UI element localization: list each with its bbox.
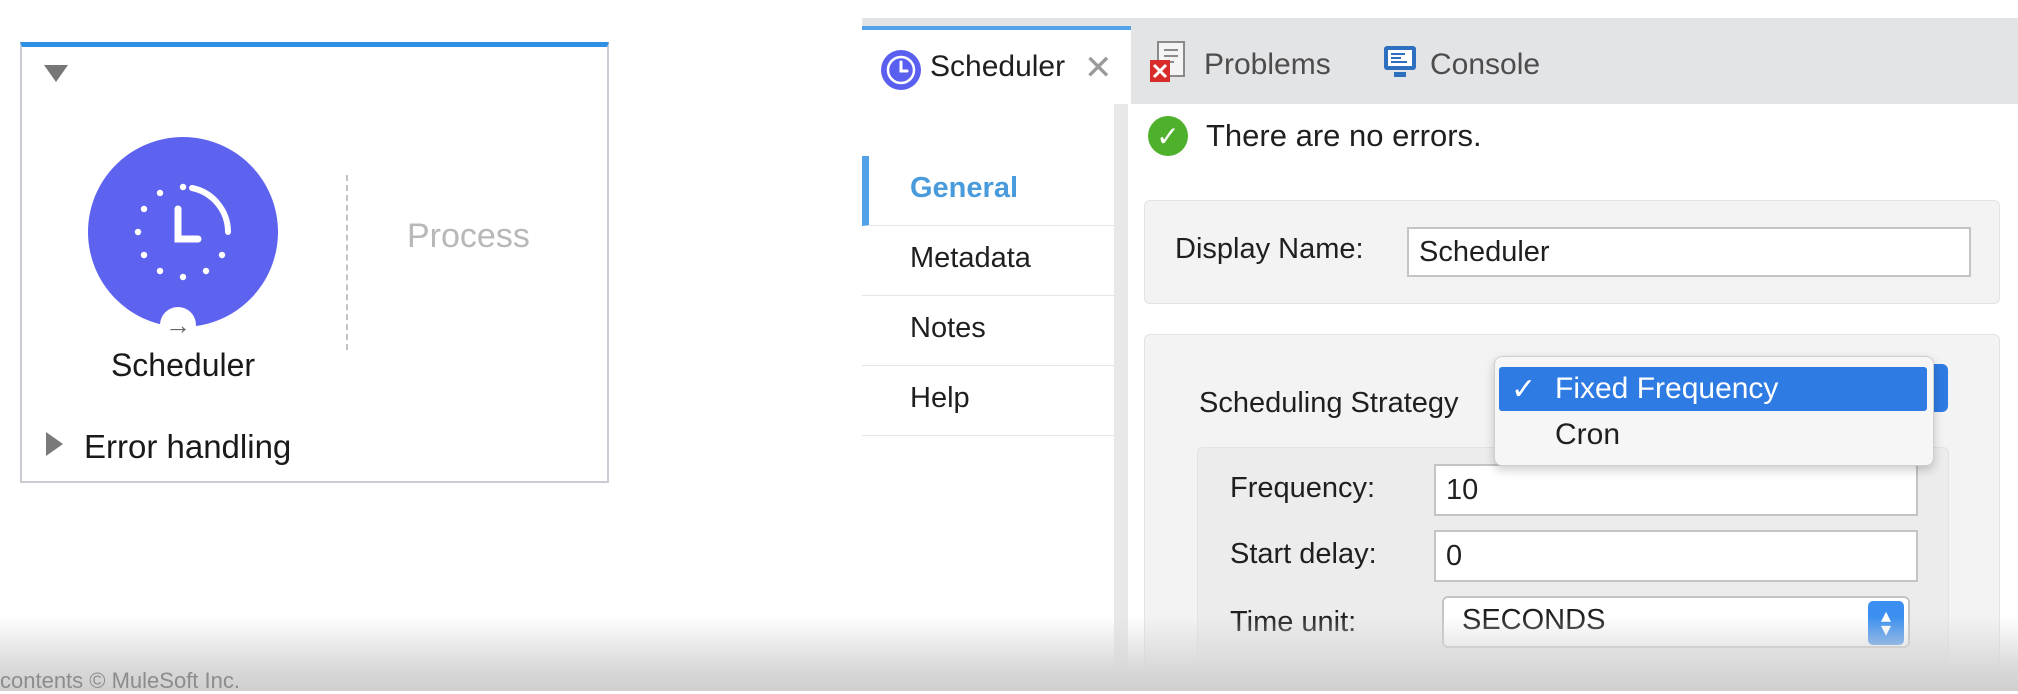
console-icon [1384, 46, 1416, 77]
tab-problems[interactable]: Problems [1148, 34, 1348, 92]
flow-card: → Scheduler Process Error handling [20, 42, 609, 483]
frequency-label: Frequency: [1230, 472, 1376, 504]
nav-item-label: Notes [910, 312, 986, 344]
dashed-separator [346, 175, 348, 350]
properties-panel: Scheduler ✕ Problems Console General Met… [862, 18, 2018, 684]
scheduling-strategy-label: Scheduling Strategy [1199, 387, 1459, 419]
collapse-triangle-icon[interactable] [44, 65, 68, 82]
arrow-right-icon: → [160, 307, 196, 343]
clock-icon [134, 183, 231, 281]
nav-item-general[interactable]: General [862, 156, 1114, 226]
tab-scheduler[interactable]: Scheduler ✕ [862, 26, 1131, 104]
tab-console-label: Console [1430, 48, 1541, 81]
check-circle-icon: ✓ [1148, 116, 1188, 156]
process-placeholder[interactable]: Process [407, 217, 530, 256]
clock-icon [881, 50, 921, 90]
scheduler-component[interactable]: → [88, 137, 278, 343]
close-icon[interactable]: ✕ [1084, 48, 1113, 88]
panel-splitter[interactable] [1114, 104, 1128, 678]
nav-item-help[interactable]: Help [862, 366, 1114, 436]
nav-item-label: General [910, 172, 1018, 204]
strategy-option-fixed-frequency[interactable]: ✓ Fixed Frequency [1499, 367, 1927, 411]
copyright-caption: contents © MuleSoft Inc. [0, 668, 240, 693]
display-name-label: Display Name: [1175, 233, 1364, 265]
frequency-input[interactable] [1434, 464, 1918, 516]
problems-icon [1150, 41, 1185, 82]
bottom-fade [0, 616, 2018, 691]
display-name-input[interactable] [1407, 227, 1971, 277]
side-nav: General Metadata Notes Help [862, 104, 1114, 678]
nav-item-label: Metadata [910, 242, 1031, 274]
status-message: There are no errors. [1206, 118, 1482, 153]
tab-console[interactable]: Console [1382, 34, 1582, 92]
nav-item-notes[interactable]: Notes [862, 296, 1114, 366]
nav-item-metadata[interactable]: Metadata [862, 226, 1114, 296]
error-handling-label[interactable]: Error handling [84, 428, 291, 466]
checkmark-icon: ✓ [1511, 373, 1537, 406]
start-delay-label: Start delay: [1230, 538, 1377, 570]
option-label: Fixed Frequency [1555, 372, 1779, 405]
option-label: Cron [1555, 418, 1621, 451]
expand-triangle-icon[interactable] [46, 432, 63, 456]
strategy-option-cron[interactable]: Cron [1499, 413, 1927, 457]
tab-problems-label: Problems [1204, 48, 1331, 81]
start-delay-input[interactable] [1434, 530, 1918, 582]
display-name-group: Display Name: [1144, 200, 2000, 304]
scheduler-label: Scheduler [110, 347, 256, 383]
strategy-dropdown[interactable]: ✓ Fixed Frequency Cron [1494, 356, 1934, 466]
nav-item-label: Help [910, 382, 970, 414]
tab-bar: Scheduler ✕ Problems Console [862, 18, 2018, 104]
tab-scheduler-label: Scheduler [930, 50, 1066, 83]
